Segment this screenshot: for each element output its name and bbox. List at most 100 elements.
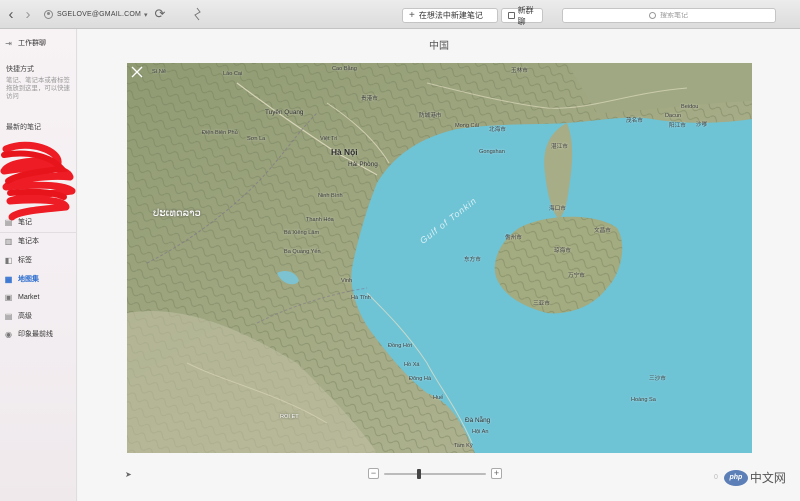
map-label: 三亚市	[533, 301, 550, 307]
shortcuts-hint: 笔记、笔记本或者标签拖放到这里，可以快速访问	[6, 77, 70, 100]
sidebar-item-atlas[interactable]: ▦ 地图集	[4, 274, 39, 284]
recent-notes-heading: 最新的笔记	[6, 124, 41, 131]
forward-arrow-icon[interactable]: ›	[21, 6, 35, 23]
locate-icon[interactable]: ➤	[125, 470, 135, 480]
shortcuts-heading: 快捷方式	[6, 66, 34, 73]
map-label: Beidou	[681, 104, 699, 110]
sidebar-item-tags[interactable]: ◧ 标签	[4, 255, 32, 265]
map-label: 湛江市	[551, 144, 568, 150]
map-label: 儋州市	[505, 235, 522, 241]
sync-icon[interactable]: ⟳	[152, 6, 168, 22]
notebook-icon: ▥	[4, 236, 13, 246]
close-icon[interactable]	[130, 65, 144, 79]
map-label: Tuyên Quang	[265, 109, 304, 116]
map-label: Hà Nội	[331, 147, 358, 157]
account-switcher[interactable]: SGELOVE@GMAIL.COM ▾	[44, 7, 148, 22]
map-label: 茂名市	[626, 118, 643, 124]
zoom-in-button[interactable]: +	[491, 468, 502, 479]
map-label: Hoàng Sa	[631, 397, 656, 403]
watermark-dim: 0	[714, 474, 718, 481]
map-label: Dacun	[665, 113, 682, 119]
chat-icon	[508, 12, 515, 19]
map-label: 东方市	[464, 257, 481, 263]
watermark: 0 php 中文网	[714, 469, 786, 486]
map-view[interactable]: Sì Nê Lào Cai Cao Bằng Tuyên Quang Điện …	[127, 63, 752, 453]
map-label: 海口市	[549, 206, 566, 212]
sidebar-item-label: 笔记本	[18, 238, 39, 245]
frontline-icon: ◉	[5, 329, 12, 339]
map-label: Hồ Xá	[404, 362, 420, 368]
map-label: 琼海市	[554, 248, 571, 254]
sidebar-item-label: Market	[18, 294, 40, 301]
sidebar-item-label: 地图集	[18, 276, 39, 283]
market-icon: ▣	[4, 293, 13, 302]
zoom-out-button[interactable]: −	[368, 468, 379, 479]
map-label: Điện Biên Phủ	[202, 130, 238, 136]
sidebar-divider	[0, 232, 77, 233]
search-box[interactable]	[562, 8, 776, 23]
map-label: 玉林市	[511, 68, 528, 74]
back-arrow-icon[interactable]: ‹	[4, 6, 18, 23]
search-icon	[649, 12, 656, 19]
sidebar: ⇥ 工作群聊 快捷方式 笔记、笔记本或者标签拖放到这里，可以快速访问 最新的笔记…	[0, 29, 77, 501]
zoom-slider[interactable]: − +	[368, 468, 502, 480]
map-label: 文昌市	[594, 228, 611, 234]
map-label: 防城港市	[419, 113, 442, 119]
zoom-track[interactable]	[384, 473, 486, 475]
map-label: Hải Phòng	[348, 161, 378, 168]
map-label: 三沙市	[649, 376, 666, 382]
new-note-button[interactable]: + 在想法中新建笔记	[402, 8, 498, 23]
sidebar-item-premium[interactable]: ▤ 高级	[4, 311, 32, 321]
map-label: Thanh Hóa	[306, 217, 334, 223]
map-label: Cao Bằng	[332, 66, 357, 72]
map-label: Ninh Bình	[318, 193, 343, 199]
map-label: Lào Cai	[223, 71, 243, 77]
account-email: SGELOVE@GMAIL.COM	[57, 11, 142, 18]
php-logo: php	[723, 469, 748, 486]
account-avatar-icon	[44, 10, 53, 19]
map-label: 贵港市	[361, 96, 378, 102]
plus-icon: +	[409, 10, 415, 21]
sidebar-item-frontline[interactable]: ◉ 印象最前线	[4, 329, 53, 339]
search-input[interactable]	[660, 12, 740, 19]
map-label: Bà Xiêng Lâm	[284, 230, 320, 236]
map-label: 万宁市	[568, 273, 585, 279]
map-label: 阳江市	[669, 123, 686, 129]
map-label: Việt Trì	[320, 136, 338, 142]
sidebar-item-label: 笔记	[18, 219, 32, 226]
sidebar-item-label: 高级	[18, 313, 32, 320]
map-label: Sơn La	[247, 136, 266, 142]
sidebar-item-notes[interactable]: ▤ 笔记	[4, 217, 32, 227]
sidebar-item-market[interactable]: ▣ Market	[4, 293, 40, 302]
page-title: 中国	[429, 41, 449, 52]
tag-icon: ◧	[4, 255, 13, 265]
sidebar-item-work-chat[interactable]: ⇥ 工作群聊	[4, 38, 46, 48]
note-icon: ▤	[4, 217, 13, 227]
map-label: Mong Cái	[455, 123, 479, 129]
atlas-icon: ▦	[4, 274, 13, 284]
map-label: Hội An	[472, 429, 489, 435]
map-label: 沙嗲	[696, 122, 708, 128]
zoom-thumb[interactable]	[417, 469, 421, 479]
map-label: Gongshan	[479, 149, 505, 155]
sidebar-item-label: 工作群聊	[18, 40, 46, 47]
redaction-scribble	[0, 141, 76, 221]
map-label: Sì Nê	[152, 69, 166, 75]
map-label-country: ປະເທດລາວ	[153, 208, 201, 219]
map-label: Đông Hà	[409, 376, 432, 382]
new-chat-label: 新群聊	[517, 5, 534, 26]
premium-icon: ▤	[4, 311, 13, 321]
map-label: ROI ET	[280, 414, 299, 420]
map-label: Đà Nẵng	[465, 417, 491, 424]
map-label: Ba Quang Yến	[284, 249, 321, 255]
new-chat-button[interactable]: 新群聊	[501, 6, 543, 26]
activity-icon[interactable]	[190, 5, 204, 23]
map-label: 北海市	[489, 127, 506, 133]
watermark-text: 中文网	[749, 471, 786, 485]
main-panel: 中国 Sì Nê Lào Cai Cao Bằng Tuyên Quang Đi…	[78, 29, 800, 501]
map-label: Đồng Hới	[388, 343, 412, 349]
work-chat-icon: ⇥	[5, 38, 12, 48]
sidebar-item-notebooks[interactable]: ▥ 笔记本	[4, 236, 39, 246]
map-label: Vinh	[341, 278, 353, 284]
map-label: Huế	[433, 395, 444, 401]
